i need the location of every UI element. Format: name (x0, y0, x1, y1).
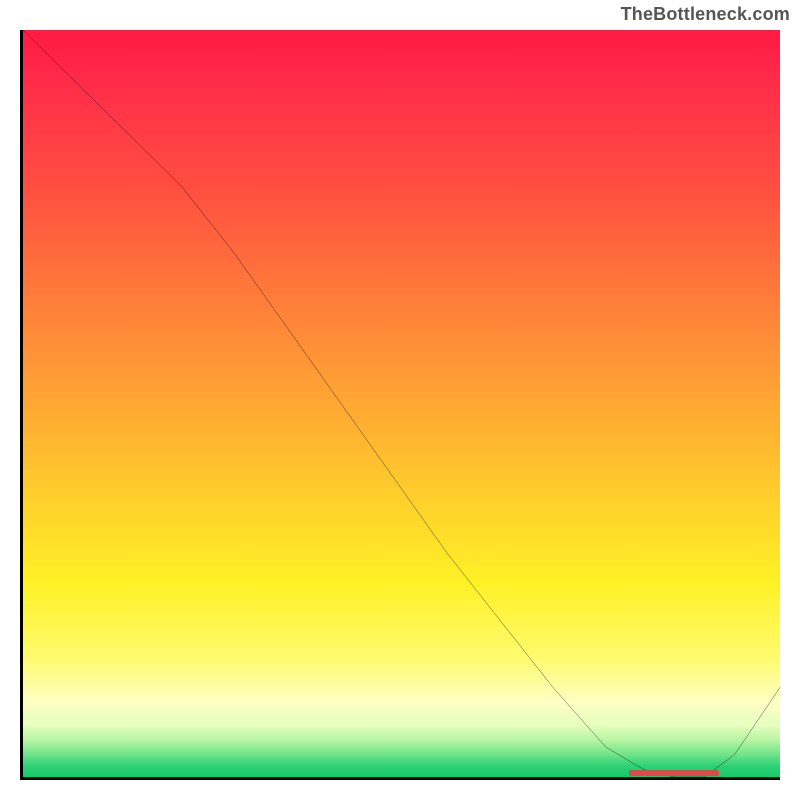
optimal-range-marker (629, 770, 720, 776)
chart-container: TheBottleneck.com (0, 0, 800, 800)
watermark-text: TheBottleneck.com (621, 4, 790, 25)
plot-area (20, 30, 780, 780)
bottleneck-curve (23, 30, 780, 777)
